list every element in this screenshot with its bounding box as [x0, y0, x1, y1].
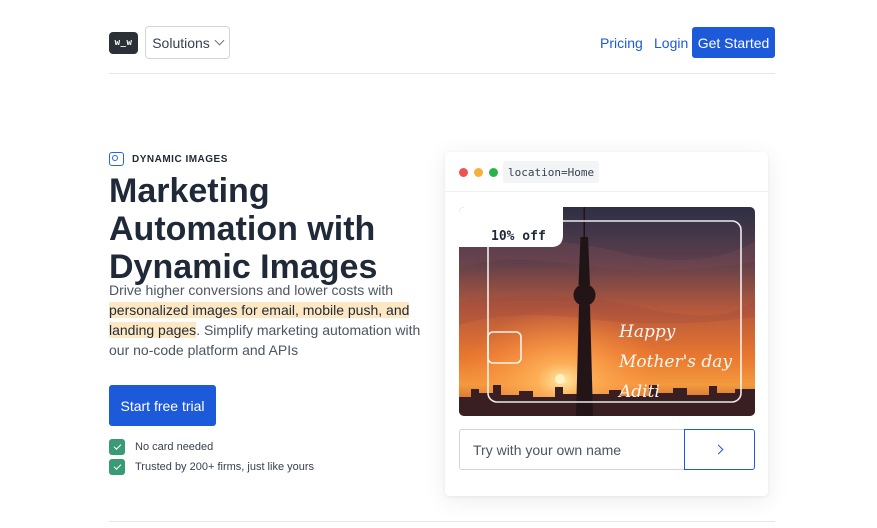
check-item-label: Trusted by 200+ firms, just like yours [135, 461, 315, 473]
sunset-tower-image: 10% off Happy Mother's day Aditi [459, 207, 755, 416]
greeting-line: Mother's day [618, 352, 732, 372]
name-input[interactable] [459, 429, 685, 470]
window-minimize-dot [474, 168, 483, 177]
window-maximize-dot [489, 168, 498, 177]
logo[interactable]: w_w [109, 32, 138, 54]
solutions-dropdown[interactable]: Solutions [145, 26, 230, 59]
nav-login-link[interactable]: Login [654, 35, 688, 51]
check-item: No card needed [109, 439, 213, 455]
checkmark-icon [109, 459, 125, 475]
eyebrow: DYNAMIC IMAGES [109, 152, 228, 166]
check-item: Trusted by 200+ firms, just like yours [109, 459, 314, 475]
greeting-line: Happy [618, 322, 676, 342]
browser-bar: location=Home [445, 152, 768, 192]
chevron-right-icon [713, 444, 723, 455]
nav-pricing-link[interactable]: Pricing [600, 35, 643, 51]
demo-browser-card: location=Home 10% off Happy Mother's day… [445, 152, 768, 496]
greeting-line: Aditi [617, 382, 660, 402]
dynamic-image-preview: 10% off Happy Mother's day Aditi [459, 207, 755, 416]
site-header: w_w Solutions Pricing Login Get Started [109, 26, 775, 74]
discount-badge: 10% off [491, 229, 546, 244]
start-free-trial-button[interactable]: Start free trial [109, 385, 216, 426]
eyebrow-text: DYNAMIC IMAGES [132, 153, 228, 165]
hero-description: Drive higher conversions and lower costs… [109, 280, 439, 360]
solutions-label: Solutions [152, 34, 210, 51]
submit-name-button[interactable] [684, 429, 755, 470]
check-item-label: No card needed [135, 441, 214, 453]
chevron-down-icon [214, 35, 225, 46]
page-title: Marketing Automation with Dynamic Images [109, 172, 378, 286]
window-close-dot [459, 168, 468, 177]
get-started-button[interactable]: Get Started [692, 27, 775, 58]
url-chip: location=Home [503, 161, 600, 183]
desc-pre: Drive higher conversions and lower costs… [109, 282, 394, 298]
checkmark-icon [109, 439, 125, 455]
ai-image-icon [109, 152, 124, 166]
divider [109, 521, 775, 522]
